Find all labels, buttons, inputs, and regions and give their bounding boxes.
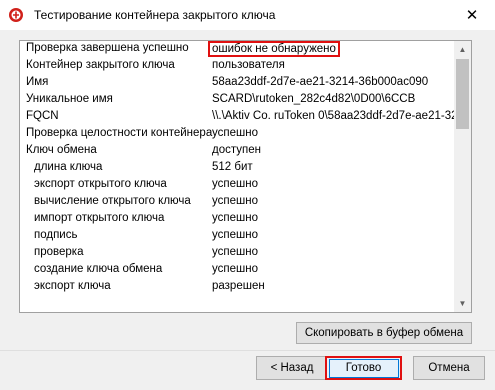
result-value: успешно	[212, 195, 258, 207]
results-list: Проверка завершена успешно ошибок не обна…	[20, 41, 456, 312]
close-icon: ✕	[465, 7, 479, 24]
result-row: длина ключа 512 бит	[20, 160, 456, 177]
result-value: разрешен	[212, 280, 265, 292]
result-value: успешно	[212, 212, 258, 224]
result-key: вычисление открытого ключа	[34, 195, 191, 207]
result-key: Ключ обмена	[26, 144, 97, 156]
result-key: Имя	[26, 76, 49, 88]
result-value: доступен	[212, 144, 261, 156]
result-row: Имя 58aa23ddf-2d7e-ae21-3214-36b000ac090	[20, 75, 456, 92]
cancel-button[interactable]: Отмена	[413, 356, 485, 380]
result-key: Проверка целостности контейнера	[26, 127, 213, 139]
result-value: успешно	[212, 178, 258, 190]
result-row: импорт открытого ключа успешно	[20, 211, 456, 228]
result-row: создание ключа обмена успешно	[20, 262, 456, 279]
result-value: пользователя	[212, 59, 285, 71]
copy-to-clipboard-button[interactable]: Скопировать в буфер обмена	[296, 322, 472, 344]
result-value: SCARD\rutoken_282c4d82\0D00\6CCB	[212, 93, 416, 105]
result-highlight-box: ошибок не обнаружено	[208, 41, 340, 57]
result-row: Контейнер закрытого ключа пользователя	[20, 58, 456, 75]
result-key: импорт открытого ключа	[34, 212, 165, 224]
result-key: Проверка завершена успешно	[26, 42, 189, 54]
result-value: успешно	[212, 127, 258, 139]
result-row: Ключ обмена доступен	[20, 143, 456, 160]
result-key: проверка	[34, 246, 84, 258]
result-row: проверка успешно	[20, 245, 456, 262]
result-row: Уникальное имя SCARD\rutoken_282c4d82\0D0…	[20, 92, 456, 109]
result-value: успешно	[212, 246, 258, 258]
result-row: Проверка завершена успешно ошибок не обна…	[20, 41, 456, 58]
window-title: Тестирование контейнера закрытого ключа	[34, 8, 276, 22]
result-value: 58aa23ddf-2d7e-ae21-3214-36b000ac090	[212, 76, 429, 88]
result-row: экспорт ключа разрешен	[20, 279, 456, 296]
copy-button-label: Скопировать в буфер обмена	[304, 327, 464, 339]
result-value: \\.\Aktiv Co. ruToken 0\58aa23ddf-2d7e-a…	[212, 110, 456, 122]
result-key: Уникальное имя	[26, 93, 113, 105]
key-app-icon	[9, 8, 23, 22]
result-row: подпись успешно	[20, 228, 456, 245]
result-value: успешно	[212, 263, 258, 275]
result-key: длина ключа	[34, 161, 103, 173]
scroll-down-icon[interactable]: ▼	[454, 295, 471, 312]
result-value: успешно	[212, 229, 258, 241]
done-button[interactable]: Готово	[325, 356, 402, 380]
done-button-label: Готово	[345, 362, 382, 374]
result-row: вычисление открытого ключа успешно	[20, 194, 456, 211]
result-key: FQCN	[26, 110, 59, 122]
back-button[interactable]: < Назад	[256, 356, 328, 380]
result-key: Контейнер закрытого ключа	[26, 59, 175, 71]
result-value: ошибок не обнаружено	[212, 43, 336, 55]
result-key: экспорт ключа	[34, 280, 111, 292]
back-button-label: < Назад	[270, 362, 314, 374]
scroll-thumb[interactable]	[456, 59, 469, 129]
scroll-up-icon[interactable]: ▲	[454, 41, 471, 58]
result-key: создание ключа обмена	[34, 263, 163, 275]
vertical-scrollbar[interactable]: ▲ ▼	[454, 41, 471, 312]
result-key: подпись	[34, 229, 78, 241]
close-button[interactable]: ✕	[449, 0, 495, 30]
result-row: Проверка целостности контейнера успешно	[20, 126, 456, 143]
result-row: экспорт открытого ключа успешно	[20, 177, 456, 194]
done-button-focus: Готово	[328, 358, 399, 378]
results-panel[interactable]: Проверка завершена успешно ошибок не обна…	[19, 40, 472, 313]
title-bar: Тестирование контейнера закрытого ключа …	[0, 0, 495, 30]
result-row: FQCN \\.\Aktiv Co. ruToken 0\58aa23ddf-2d…	[20, 109, 456, 126]
cancel-button-label: Отмена	[428, 362, 470, 374]
result-value: 512 бит	[212, 161, 253, 173]
result-key: экспорт открытого ключа	[34, 178, 167, 190]
